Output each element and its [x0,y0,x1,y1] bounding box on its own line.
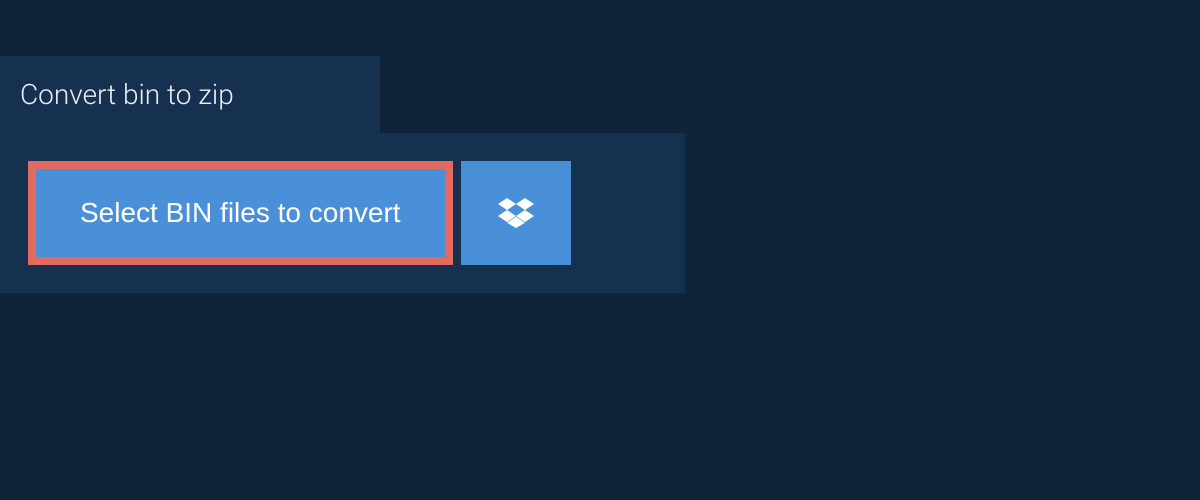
dropbox-icon [498,195,534,231]
upload-panel: Select BIN files to convert [0,133,685,293]
dropbox-button[interactable] [461,161,571,265]
page-title: Convert bin to zip [20,78,234,111]
page-title-tab: Convert bin to zip [0,56,380,133]
select-button-highlight: Select BIN files to convert [28,161,453,265]
select-files-button[interactable]: Select BIN files to convert [36,169,445,257]
select-files-button-label: Select BIN files to convert [80,197,401,229]
